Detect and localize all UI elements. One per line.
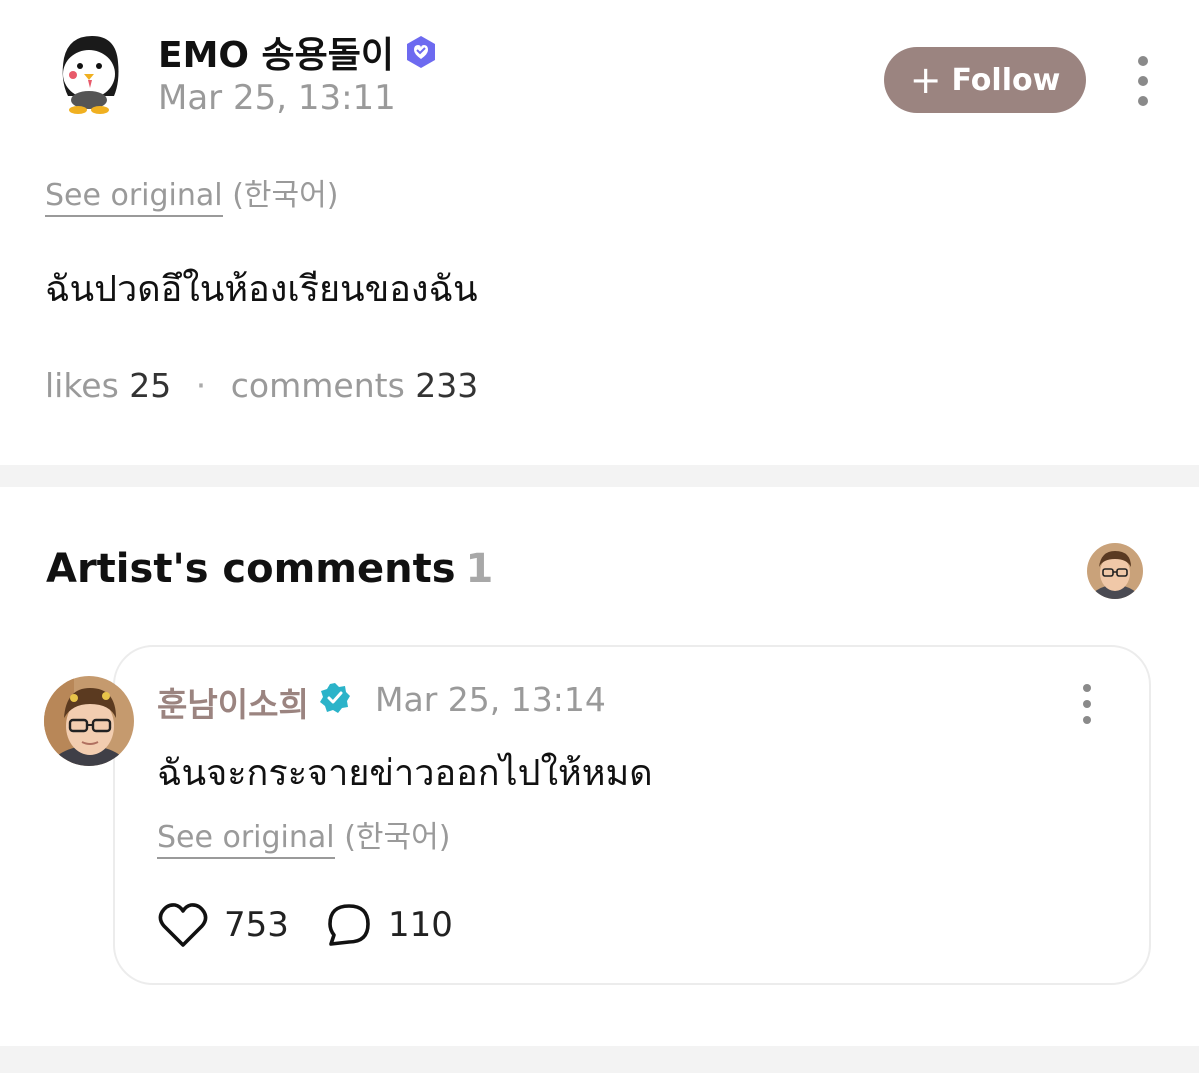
original-language: (한국어) [232,178,339,213]
like-count: 753 [224,905,289,945]
post-more-icon[interactable] [1134,56,1152,106]
speech-bubble-icon [328,904,370,946]
artist-comments-count: 1 [465,546,494,592]
heart-outline-icon [158,903,208,947]
section-divider [0,465,1199,487]
reply-count: 110 [388,905,453,945]
author-avatar[interactable] [44,28,134,118]
artist-portrait-icon [1087,543,1143,599]
see-original-link[interactable]: See original [157,820,335,859]
follow-button-label: Follow [951,62,1061,98]
author-name[interactable]: EMO 송용돌이 [158,26,394,78]
follow-button[interactable]: + Follow [884,47,1086,113]
artist-avatar-small[interactable] [1087,543,1143,599]
comment-see-original: See original (한국어) [157,812,451,859]
plus-icon: + [909,58,942,102]
original-language: (한국어) [344,820,451,855]
comment-text: ฉันจะกระจายข่าวออกไปให้หมด [157,753,653,794]
stats-separator: · [195,366,207,405]
likes-label: likes [45,366,119,405]
comment-author-name[interactable]: 훈남이소희 [157,678,309,726]
comment-more-icon[interactable] [1078,684,1096,724]
post-text: ฉันปวดอึในห้องเรียนของฉัน [45,269,478,310]
post-timestamp: Mar 25, 13:11 [158,78,396,118]
artist-comments-title: Artist's comments 1 [46,546,493,592]
comments-count[interactable]: 233 [415,366,478,405]
artist-portrait-icon [44,676,134,766]
like-button[interactable]: 753 [158,902,289,948]
verified-heart-badge-icon [404,35,438,69]
comment-author-row: 훈남이소희 [157,678,351,726]
comments-label[interactable]: comments [231,366,405,405]
see-original-link[interactable]: See original [45,178,223,217]
likes-count: 25 [129,366,172,405]
post-stats: likes 25 · comments 233 [45,366,478,405]
section-divider [0,1046,1199,1073]
verified-check-badge-icon [319,682,351,722]
author-name-row: EMO 송용돌이 [158,26,438,78]
reply-button[interactable]: 110 [326,902,453,948]
comment-timestamp: Mar 25, 13:14 [375,680,606,719]
penguin-avatar-icon [44,28,134,118]
post-see-original: See original (한국어) [45,170,339,217]
artist-comments-heading: Artist's comments [46,546,456,592]
comment-author-avatar[interactable] [44,676,134,766]
